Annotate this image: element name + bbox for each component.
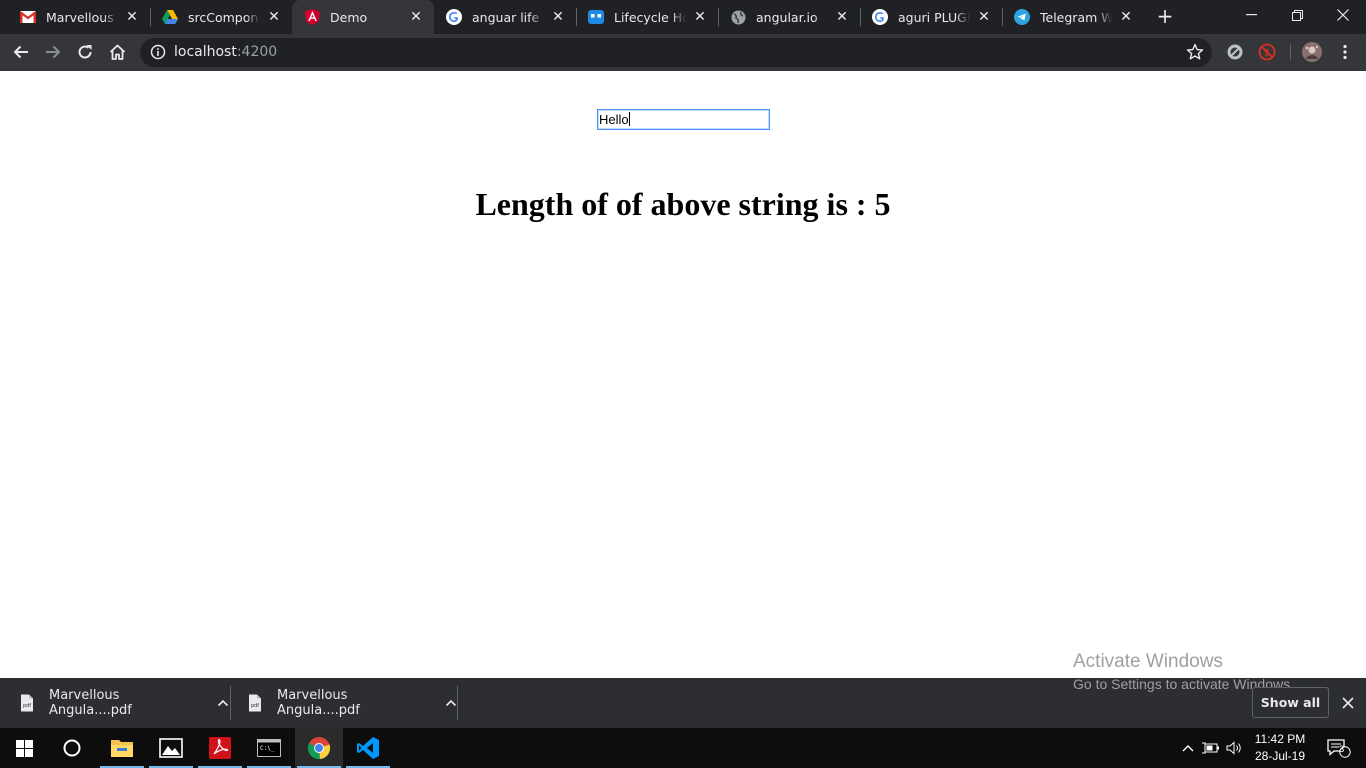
- close-tab-icon[interactable]: ✕: [266, 9, 282, 25]
- globe-icon: [730, 9, 746, 25]
- profile-avatar[interactable]: [1302, 42, 1322, 62]
- show-all-downloads-button[interactable]: Show all: [1252, 687, 1329, 718]
- file-explorer-icon[interactable]: [98, 728, 146, 768]
- close-download-shelf-icon[interactable]: [1339, 694, 1357, 712]
- chevron-up-icon[interactable]: [444, 696, 458, 710]
- chrome-taskbar-icon[interactable]: [295, 728, 343, 768]
- home-button[interactable]: [104, 39, 130, 65]
- clock-date: 28-Jul-19: [1254, 749, 1306, 763]
- show-hidden-icons-chevron-icon[interactable]: [1178, 728, 1198, 768]
- adblock-extension-icon[interactable]: $: [1258, 43, 1276, 61]
- extension-block-icon[interactable]: [1226, 43, 1244, 61]
- string-input-value: Hello: [599, 112, 629, 127]
- tab-marvellous[interactable]: Marvellous Infosystems ✕: [8, 0, 150, 34]
- close-tab-icon[interactable]: ✕: [1118, 9, 1134, 25]
- google-drive-icon: [162, 9, 178, 25]
- tab-telegram-web[interactable]: Telegram Web ✕: [1002, 0, 1144, 34]
- download-separator: [457, 686, 458, 720]
- google-icon: [872, 9, 888, 25]
- tab-title: srcComponents: [188, 9, 260, 25]
- page-content: [0, 71, 1366, 678]
- site-info-icon[interactable]: [150, 44, 166, 60]
- tab-title: Lifecycle Hooks: [614, 9, 686, 25]
- download-filename: Marvellous Angula....pdf: [49, 688, 132, 718]
- windows-start-icon[interactable]: [0, 728, 48, 768]
- vscode-icon[interactable]: [344, 728, 392, 768]
- text-caret: [628, 112, 630, 126]
- angular-icon: [304, 9, 320, 25]
- tab-src-components[interactable]: srcComponents ✕: [150, 0, 292, 34]
- tab-title: Telegram Web: [1040, 9, 1112, 25]
- battery-network-icon[interactable]: [1200, 728, 1222, 768]
- tab-title: angular.io: [756, 9, 818, 25]
- download-item[interactable]: pdf Marvellous Angula....pdf: [228, 678, 458, 728]
- telegram-icon: [1014, 9, 1030, 25]
- pdf-file-icon: pdf: [20, 694, 34, 712]
- string-length-heading: Length of of above string is : 5: [475, 186, 891, 222]
- close-window-button[interactable]: [1320, 0, 1366, 30]
- close-tab-icon[interactable]: ✕: [692, 9, 708, 25]
- tab-title: anguar life cycle: [472, 9, 544, 25]
- notification-count-badge: 3: [1339, 744, 1345, 755]
- svg-text:pdf: pdf: [23, 703, 31, 709]
- close-tab-icon[interactable]: ✕: [124, 9, 140, 25]
- adobe-reader-icon[interactable]: [196, 728, 244, 768]
- restore-button[interactable]: [1274, 0, 1320, 30]
- clock-time: 11:42 PM: [1254, 732, 1306, 746]
- svg-text:C:\_: C:\_: [260, 745, 275, 752]
- download-filename: Marvellous Angula....pdf: [277, 688, 360, 718]
- tab-angular-lifecycle-search[interactable]: anguar life cycle ✕: [434, 0, 576, 34]
- tab-aguri-plugin[interactable]: aguri PLUGIN ✕: [860, 0, 1002, 34]
- bookmark-star-icon[interactable]: [1186, 43, 1204, 61]
- system-clock[interactable]: 11:42 PM 28-Jul-19: [1250, 731, 1310, 765]
- command-prompt-icon[interactable]: C:\_: [245, 728, 293, 768]
- activate-windows-title: Activate Windows: [1073, 651, 1223, 672]
- back-button[interactable]: [8, 39, 34, 65]
- url-port: :4200: [236, 44, 278, 60]
- chrome-menu-icon[interactable]: [1336, 43, 1354, 61]
- string-input[interactable]: Hello: [597, 109, 770, 130]
- reload-button[interactable]: [72, 39, 98, 65]
- minimize-button[interactable]: [1228, 0, 1274, 30]
- url-text[interactable]: localhost:4200: [174, 44, 277, 60]
- close-tab-icon[interactable]: ✕: [976, 9, 992, 25]
- tab-lifecycle-hooks[interactable]: Lifecycle Hooks ✕: [576, 0, 718, 34]
- svg-text:pdf: pdf: [251, 703, 259, 709]
- google-icon: [446, 9, 462, 25]
- url-host: localhost: [174, 44, 237, 60]
- action-center-icon[interactable]: 3: [1318, 728, 1358, 768]
- gmail-icon: [20, 9, 36, 25]
- download-item[interactable]: pdf Marvellous Angula....pdf: [0, 678, 230, 728]
- close-tab-icon[interactable]: ✕: [834, 9, 850, 25]
- volume-icon[interactable]: [1224, 728, 1246, 768]
- tab-angular-io[interactable]: angular.io ✕: [718, 0, 860, 34]
- pdf-file-icon: pdf: [248, 694, 262, 712]
- close-tab-icon[interactable]: ✕: [408, 9, 424, 25]
- lifecycle-site-icon: [588, 9, 604, 25]
- address-bar[interactable]: [140, 38, 1212, 67]
- tab-demo[interactable]: Demo ✕: [292, 0, 434, 34]
- new-tab-button[interactable]: +: [1154, 6, 1176, 28]
- tab-title: Demo: [330, 9, 368, 25]
- close-tab-icon[interactable]: ✕: [550, 9, 566, 25]
- svg-text:$: $: [1264, 49, 1270, 59]
- photos-app-icon[interactable]: [147, 728, 195, 768]
- tab-title: Marvellous Infosystems: [46, 9, 118, 25]
- forward-button[interactable]: [40, 39, 66, 65]
- tab-title: aguri PLUGIN: [898, 9, 970, 25]
- toolbar-separator: [1290, 44, 1291, 60]
- cortana-search-icon[interactable]: [48, 728, 96, 768]
